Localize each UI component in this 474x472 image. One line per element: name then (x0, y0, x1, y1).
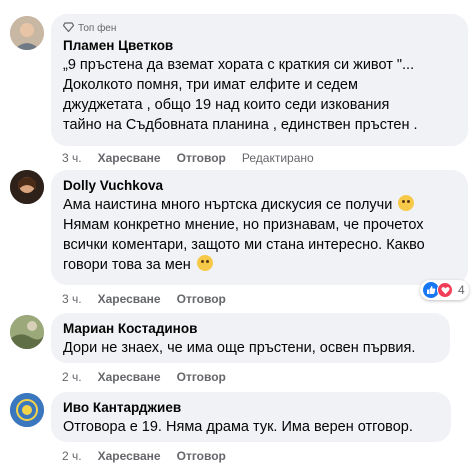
comment-bubble: Dolly Vuchkova Ама наистина много нъртск… (51, 170, 468, 285)
comment-text: Дори не знаех, че има още пръстени, осве… (63, 340, 416, 356)
comment-bubble: Иво Кантарджиев Отговора е 19. Няма драм… (51, 392, 451, 442)
commenter-name[interactable]: Dolly Vuchkova (63, 178, 456, 193)
timestamp[interactable]: 3 ч. (62, 292, 82, 306)
comment-bubble: Топ фен Пламен Цветков „9 пръстена да вз… (51, 14, 468, 146)
comment-actions: 3 ч. Харесване Отговор (62, 292, 226, 306)
like-button[interactable]: Харесване (98, 370, 161, 384)
love-reaction-icon (437, 282, 453, 298)
comment-actions: 2 ч. Харесване Отговор (62, 370, 226, 384)
commenter-name[interactable]: Иво Кантарджиев (63, 400, 439, 415)
edited-label: Редактирано (241, 151, 314, 165)
timestamp[interactable]: 3 ч. (62, 151, 82, 165)
timestamp[interactable]: 2 ч. (62, 449, 82, 463)
like-button[interactable]: Харесване (98, 292, 161, 306)
comment-actions: 2 ч. Харесване Отговор (62, 449, 226, 463)
reactions-count: 4 (458, 283, 465, 297)
reply-button[interactable]: Отговор (177, 449, 226, 463)
reactions-summary[interactable]: 4 (420, 280, 469, 300)
like-button[interactable]: Харесване (98, 449, 161, 463)
avatar[interactable] (10, 393, 44, 427)
comment-text: Ама наистина много нъртска дискусия се п… (63, 195, 425, 273)
timestamp[interactable]: 2 ч. (62, 370, 82, 384)
commenter-name[interactable]: Мариан Костадинов (63, 321, 438, 336)
like-button[interactable]: Харесване (98, 151, 161, 165)
diamond-icon (62, 22, 75, 35)
comment-text: Отговора е 19. Няма драма тук. Има верен… (63, 419, 413, 435)
avatar[interactable] (10, 315, 44, 349)
grinning-emoji-icon (398, 195, 415, 211)
commenter-name[interactable]: Пламен Цветков (63, 38, 456, 53)
badge-label: Топ фен (78, 23, 117, 34)
avatar[interactable] (10, 16, 44, 50)
comment-actions: 3 ч. Харесване Отговор Редактирано (62, 151, 314, 165)
comment-text: „9 пръстена да вземат хората с краткия с… (63, 57, 418, 133)
reply-button[interactable]: Отговор (177, 370, 226, 384)
laughing-emoji-icon (196, 255, 213, 271)
avatar[interactable] (10, 170, 44, 204)
comment-bubble: Мариан Костадинов Дори не знаех, че има … (51, 313, 450, 363)
reply-button[interactable]: Отговор (177, 151, 226, 165)
top-fan-badge: Топ фен (62, 22, 456, 35)
reply-button[interactable]: Отговор (177, 292, 226, 306)
